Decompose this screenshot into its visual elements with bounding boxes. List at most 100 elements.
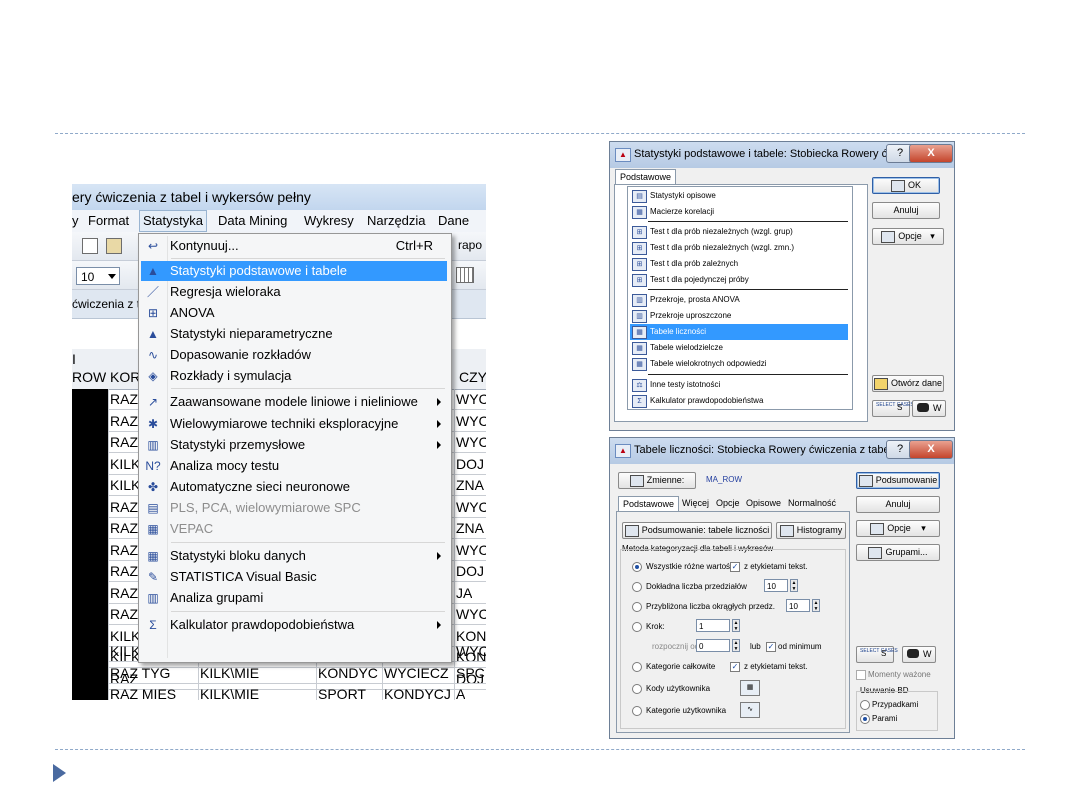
table-cell[interactable]: RAZ MIES bbox=[110, 684, 176, 700]
menu-item-statistica-visual-basic[interactable]: ✎ STATISTICA Visual Basic bbox=[141, 567, 447, 587]
radio-exact-intervals[interactable] bbox=[632, 582, 642, 592]
check-all-labels[interactable]: ✓ bbox=[730, 562, 740, 572]
radio-user-codes[interactable] bbox=[632, 684, 642, 694]
analysis-item-test-t-dla-prób-niezależnych-wzgl-grup[interactable]: ⊞ Test t dla prób niezależnych (wzgl. gru… bbox=[630, 224, 848, 240]
menu-item-analiza-grupami[interactable]: ▥ Analiza grupami bbox=[141, 588, 447, 608]
cancel-button[interactable]: Anuluj bbox=[856, 496, 940, 513]
table-cell[interactable]: A bbox=[456, 684, 465, 700]
select-cases-button[interactable]: SELECT CASES S bbox=[856, 646, 898, 663]
table-cell[interactable]: WYC bbox=[456, 432, 486, 452]
table-cell[interactable]: RAZ bbox=[110, 411, 138, 431]
check-from-minimum[interactable]: ✓ bbox=[766, 642, 776, 652]
analysis-item-tabele-liczności[interactable]: ▦ Tabele liczności bbox=[630, 324, 848, 340]
round-intervals-spinner[interactable]: ▲ ▼ bbox=[812, 599, 820, 612]
analysis-item-test-t-dla-prób-niezależnych-wzgl-zmn[interactable]: ⊞ Test t dla prób niezależnych (wzgl. zmn… bbox=[630, 240, 848, 256]
report-label[interactable]: rapo bbox=[458, 238, 482, 252]
menu-item-zaawansowane-modele-liniowe-i-nieliniowe[interactable]: ↗ Zaawansowane modele liniowe i nieliniow… bbox=[141, 392, 447, 412]
table-cell[interactable]: DOJ bbox=[456, 561, 484, 581]
table-cell[interactable]: WYC bbox=[456, 540, 486, 560]
table-cell[interactable]: JA bbox=[456, 583, 472, 603]
table-cell[interactable]: ZNA bbox=[456, 475, 484, 495]
tab-podstawowe[interactable]: Podstawowe bbox=[615, 169, 677, 185]
user-categories-icon[interactable]: ∿ bbox=[740, 702, 760, 718]
radio-pairwise[interactable] bbox=[860, 714, 870, 724]
radio-round-intervals[interactable] bbox=[632, 602, 642, 612]
table-cell[interactable]: RAZ bbox=[110, 604, 138, 624]
analysis-item-test-t-dla-pojedynczej-próby[interactable]: ⊞ Test t dla pojedynczej próby bbox=[630, 272, 848, 288]
menu-format[interactable]: Format bbox=[88, 210, 129, 232]
analysis-item-test-t-dla-prób-zależnych[interactable]: ⊞ Test t dla prób zależnych bbox=[630, 256, 848, 272]
table-cell[interactable]: KILK\MIE bbox=[200, 663, 259, 683]
weight-button[interactable]: W bbox=[912, 400, 946, 417]
round-intervals-input[interactable]: 10 bbox=[786, 599, 810, 612]
menu-item-regresja-wieloraka[interactable]: ／ Regresja wieloraka bbox=[141, 282, 447, 302]
summary-button[interactable]: Podsumowanie bbox=[856, 472, 940, 489]
tab-wiecej[interactable]: Więcej bbox=[682, 496, 709, 511]
exact-intervals-spinner[interactable]: ▲ ▼ bbox=[790, 579, 798, 592]
select-cases-button[interactable]: SELECT CASES S bbox=[872, 400, 914, 417]
menu-statystyka[interactable]: Statystyka bbox=[139, 210, 207, 232]
close-button[interactable]: X bbox=[909, 440, 953, 459]
analysis-item-macierze-korelacji[interactable]: ▦ Macierze korelacji bbox=[630, 204, 848, 220]
step-spinner[interactable]: ▲ ▼ bbox=[732, 619, 740, 632]
copy-icon[interactable] bbox=[82, 238, 98, 254]
weight-button[interactable]: W bbox=[902, 646, 936, 663]
tab-podstawowe[interactable]: Podstawowe bbox=[618, 496, 680, 512]
analysis-item-przekroje-prosta-anova[interactable]: ▥ Przekroje, prosta ANOVA bbox=[630, 292, 848, 308]
check-weighted-moments[interactable] bbox=[856, 670, 866, 680]
table-cell[interactable]: KONDYC bbox=[318, 663, 378, 683]
menu-dane[interactable]: Dane bbox=[438, 210, 469, 232]
tab-opisowe[interactable]: Opisowe bbox=[746, 496, 781, 511]
analysis-item-inne-testy-istotności[interactable]: ⚖ Inne testy istotności bbox=[630, 377, 848, 393]
menu-item-vepac[interactable]: ▦ VEPAC bbox=[141, 519, 447, 539]
start-from-spinner[interactable]: ▲ ▼ bbox=[732, 639, 740, 652]
menu-item-statystyki-przemysłowe[interactable]: ▥ Statystyki przemysłowe bbox=[141, 435, 447, 455]
radio-all-values[interactable] bbox=[632, 562, 642, 572]
histograms-button[interactable]: Histogramy bbox=[776, 522, 846, 539]
analysis-item-tabele-wielodzielcze[interactable]: ▦ Tabele wielodzielcze bbox=[630, 340, 848, 356]
table-cell[interactable]: DOJ bbox=[456, 454, 484, 474]
table-cell[interactable]: KILK bbox=[110, 454, 140, 474]
radio-integer-categories[interactable] bbox=[632, 662, 642, 672]
table-cell[interactable]: WYC bbox=[456, 389, 486, 409]
header-col-czy[interactable]: CZY bbox=[459, 367, 486, 387]
analysis-item-przekroje-uproszczone[interactable]: ▥ Przekroje uproszczone bbox=[630, 308, 848, 324]
table-cell[interactable]: SPORT bbox=[318, 684, 366, 700]
menu-item-kontynuuj[interactable]: ↩ Kontynuuj... Ctrl+R bbox=[141, 236, 447, 256]
menu-data-mining[interactable]: Data Mining bbox=[218, 210, 287, 232]
chevron-down-icon[interactable] bbox=[108, 274, 116, 279]
menu-item-pls-pca-wielowymiarowe-spc[interactable]: ▤ PLS, PCA, wielowymiarowe SPC bbox=[141, 498, 447, 518]
summary-tables-button[interactable]: Podsumowanie: tabele liczności bbox=[622, 522, 772, 539]
table-cell[interactable]: KONDYCJ bbox=[384, 684, 451, 700]
table-cell[interactable]: ZNA bbox=[456, 518, 484, 538]
header-col-2[interactable]: KOR bbox=[110, 367, 140, 387]
menu-item-statystyki-podstawowe-i-tabele[interactable]: ▲ Statystyki podstawowe i tabele bbox=[141, 261, 447, 281]
grid-view-icon[interactable] bbox=[456, 267, 474, 283]
table-cell[interactable]: WYC bbox=[456, 411, 486, 431]
table-cell[interactable]: WYC bbox=[456, 497, 486, 517]
table-cell[interactable]: RAZ bbox=[110, 518, 138, 538]
table-cell[interactable]: WYCIECZ bbox=[384, 663, 449, 683]
table-cell[interactable]: KILK bbox=[110, 475, 140, 495]
menu-item-kalkulator-prawdopodobieństwa[interactable]: Σ Kalkulator prawdopodobieństwa bbox=[141, 615, 447, 635]
analysis-item-kalkulator-prawdopodobieństwa[interactable]: Σ Kalkulator prawdopodobieństwa bbox=[630, 393, 848, 409]
table-cell[interactable]: SPC bbox=[456, 663, 485, 683]
tab-normalnosc[interactable]: Normalność bbox=[788, 496, 836, 511]
start-from-input[interactable]: 0 bbox=[696, 639, 730, 652]
check-integer-labels[interactable]: ✓ bbox=[730, 662, 740, 672]
menu-y[interactable]: y bbox=[72, 210, 79, 232]
user-codes-icon[interactable]: ▦ bbox=[740, 680, 760, 696]
menu-item-rozkłady-i-symulacja[interactable]: ◈ Rozkłady i symulacja bbox=[141, 366, 447, 386]
radio-casewise[interactable] bbox=[860, 700, 870, 710]
menu-item-statystyki-bloku-danych[interactable]: ▦ Statystyki bloku danych bbox=[141, 546, 447, 566]
cancel-button[interactable]: Anuluj bbox=[872, 202, 940, 219]
tab-opcje[interactable]: Opcje bbox=[716, 496, 740, 511]
exact-intervals-input[interactable]: 10 bbox=[764, 579, 788, 592]
table-cell[interactable]: RAZ bbox=[110, 583, 138, 603]
menu-item-wielowymiarowe-techniki-eksploracyjne[interactable]: ✱ Wielowymiarowe techniki eksploracyjne bbox=[141, 414, 447, 434]
table-cell[interactable]: RAZ TYG bbox=[110, 663, 170, 683]
radio-step[interactable] bbox=[632, 622, 642, 632]
header-col-1[interactable]: ROW bbox=[72, 367, 106, 387]
analysis-item-tabele-wielokrotnych-odpowiedzi[interactable]: ▦ Tabele wielokrotnych odpowiedzi bbox=[630, 356, 848, 372]
menu-item-analiza-mocy-testu[interactable]: N? Analiza mocy testu bbox=[141, 456, 447, 476]
